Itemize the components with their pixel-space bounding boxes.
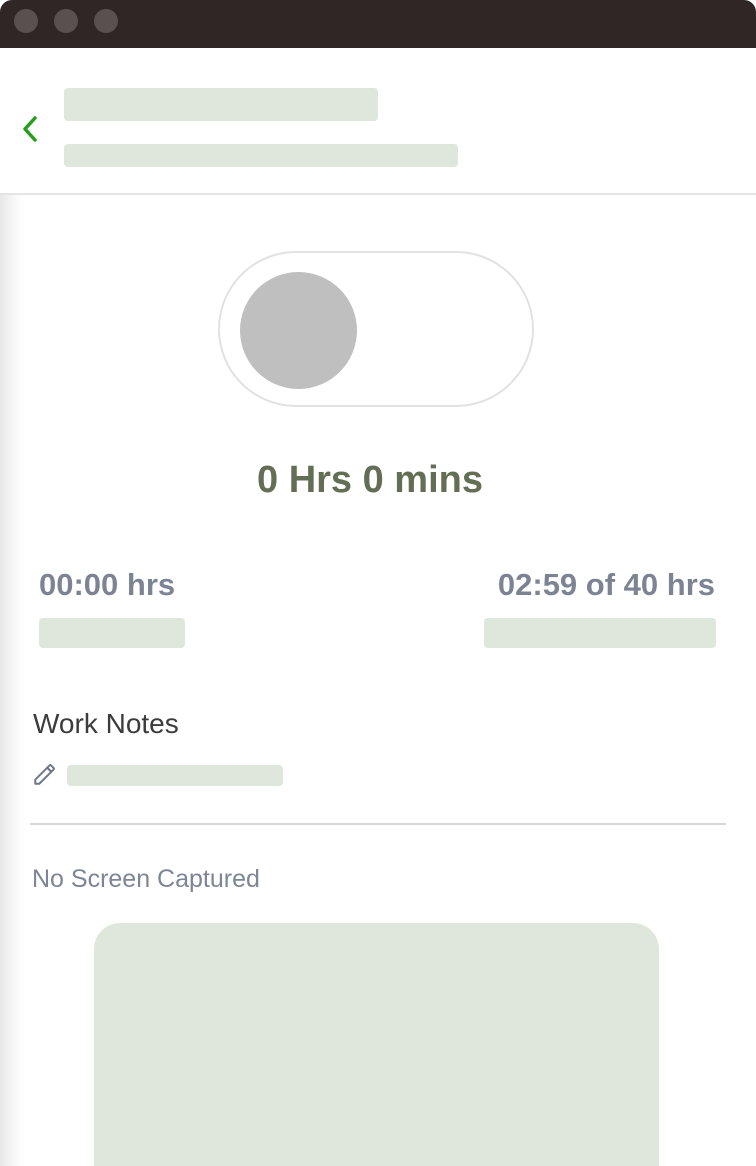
total-time: 0 Hrs 0 mins <box>257 459 483 501</box>
side-panel-shadow <box>0 195 22 1166</box>
screenshot-placeholder <box>94 923 659 1166</box>
title-placeholder <box>64 88 378 121</box>
notes-placeholder <box>67 765 283 786</box>
today-hours: 00:00 hrs <box>39 567 176 602</box>
today-label-placeholder <box>39 618 185 648</box>
chevron-left-icon <box>23 116 37 142</box>
no-screen-text: No Screen Captured <box>32 865 260 893</box>
pencil-icon <box>34 764 55 785</box>
main-content: 0 Hrs 0 mins 00:00 hrs 02:59 of 40 hrs W… <box>0 195 756 1166</box>
section-divider <box>30 823 726 825</box>
window-titlebar <box>0 0 756 48</box>
window-minimize-button[interactable] <box>54 9 78 33</box>
work-notes-label: Work Notes <box>33 708 179 739</box>
subtitle-placeholder <box>64 144 458 167</box>
app-window: 0 Hrs 0 mins 00:00 hrs 02:59 of 40 hrs W… <box>0 0 756 1166</box>
weekly-label-placeholder <box>484 618 716 648</box>
window-close-button[interactable] <box>14 9 38 33</box>
page-header <box>0 48 756 195</box>
toggle-knob <box>240 272 357 389</box>
edit-notes-button[interactable] <box>32 761 58 787</box>
back-button[interactable] <box>14 110 46 148</box>
weekly-hours: 02:59 of 40 hrs <box>497 567 715 602</box>
tracking-toggle[interactable] <box>218 251 534 407</box>
window-maximize-button[interactable] <box>94 9 118 33</box>
